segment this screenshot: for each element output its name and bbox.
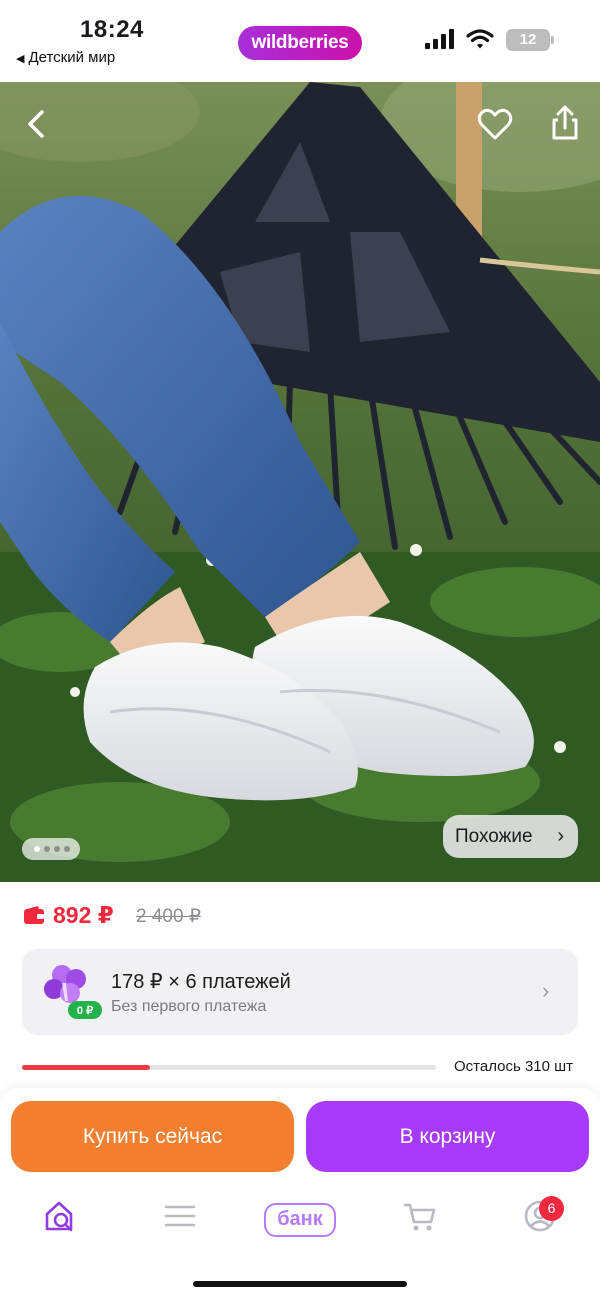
- similar-label: Похожие: [455, 826, 533, 847]
- wifi-icon: [466, 29, 494, 49]
- pager-dot: [64, 846, 70, 852]
- stock-remaining: Осталось 310 шт: [454, 1058, 574, 1075]
- back-button[interactable]: [12, 100, 60, 148]
- brand-logo: wildberries: [238, 26, 362, 60]
- clock: 18:24: [80, 16, 144, 43]
- installment-badge: 0 ₽: [77, 1005, 93, 1017]
- action-bar: Купить сейчас В корзину: [0, 1088, 600, 1186]
- chevron-left-icon: [28, 110, 44, 138]
- buy-now-button[interactable]: Купить сейчас: [11, 1101, 294, 1172]
- heart-icon: [477, 108, 513, 140]
- installment-title: 178 ₽ × 6 платежей: [111, 971, 291, 993]
- chevron-right-icon: ›: [542, 978, 550, 1003]
- photo-pager: [22, 838, 80, 860]
- installment-subtitle: Без первого платежа: [111, 998, 267, 1015]
- current-price: 892 ₽: [53, 902, 114, 928]
- pager-dot: [44, 846, 50, 852]
- battery-level: 12: [506, 29, 550, 51]
- stock-progress-fill: [22, 1065, 151, 1070]
- wallet-icon: [24, 906, 44, 924]
- product-info: 892 ₽ 2 400 ₽ 0 ₽ 178 ₽ × 6 платежей Без…: [0, 882, 600, 1092]
- stock-progress: [22, 1065, 436, 1070]
- back-app-label: Детский мир: [28, 49, 116, 66]
- tab-cart[interactable]: [402, 1198, 438, 1242]
- favorite-button[interactable]: [471, 100, 519, 148]
- bottom-tab-bar: банк 6: [0, 1186, 600, 1300]
- product-photo-illustration: [0, 82, 600, 882]
- home-indicator: [193, 1281, 407, 1287]
- tab-catalog[interactable]: [162, 1198, 198, 1242]
- add-to-cart-button[interactable]: В корзину: [306, 1101, 589, 1172]
- share-button[interactable]: [541, 100, 589, 148]
- product-photo[interactable]: Похожие ›: [0, 82, 600, 882]
- chevron-right-icon: ›: [557, 825, 564, 847]
- back-triangle-icon: ◀: [16, 53, 25, 65]
- share-icon: [552, 105, 578, 140]
- menu-icon: [164, 1205, 196, 1227]
- home-search-icon: [45, 1201, 73, 1232]
- cellular-signal-icon: [425, 29, 454, 49]
- old-price: 2 400 ₽: [136, 906, 201, 927]
- status-bar: 18:24 ◀ Детский мир wildberries 12: [0, 0, 600, 82]
- tab-bank[interactable]: банк: [264, 1203, 336, 1237]
- cart-icon: [403, 1203, 436, 1231]
- clover-installment-icon: 0 ₽: [44, 965, 102, 1019]
- pager-dot: [54, 846, 60, 852]
- installment-card[interactable]: 0 ₽ 178 ₽ × 6 платежей Без первого плате…: [22, 949, 578, 1035]
- pager-dot-active: [34, 846, 40, 852]
- similar-button[interactable]: Похожие ›: [443, 815, 578, 858]
- battery-tip: [551, 36, 554, 44]
- back-to-app-link[interactable]: ◀ Детский мир: [16, 49, 115, 66]
- profile-notification-badge: 6: [539, 1196, 564, 1221]
- tab-home-search[interactable]: [42, 1198, 78, 1242]
